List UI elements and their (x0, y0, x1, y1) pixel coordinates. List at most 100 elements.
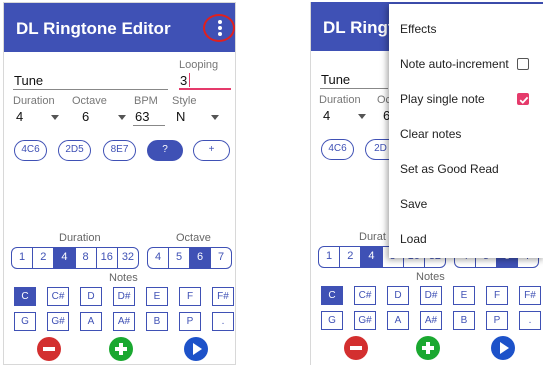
duration-option[interactable]: 4 (361, 247, 383, 267)
add-note-button[interactable] (416, 336, 440, 360)
note-key[interactable]: A (387, 311, 409, 330)
note-chip[interactable]: 4C6 (321, 139, 354, 160)
dropdown-arrow-icon[interactable] (358, 114, 366, 119)
dropdown-arrow-icon[interactable] (51, 115, 59, 120)
duration-option[interactable]: 8 (76, 248, 97, 268)
note-key[interactable]: P (486, 311, 508, 330)
octave-label: Octave (72, 95, 107, 107)
screen-menu-open: DL Ringto Tune Duration 4 Oc 6 4C6 2D Du… (310, 2, 543, 365)
play-button[interactable] (184, 337, 208, 361)
duration-selector-label: Durat (359, 231, 386, 243)
dropdown-arrow-icon[interactable] (211, 115, 219, 120)
app-bar: DL Ringtone Editor (4, 3, 235, 52)
tune-name-underline (13, 89, 168, 90)
note-key[interactable]: C# (47, 287, 69, 306)
note-key[interactable]: C# (354, 286, 376, 305)
minus-circle-icon (43, 347, 55, 351)
note-key[interactable]: D# (420, 286, 442, 305)
check-icon (519, 96, 529, 104)
note-key[interactable]: A# (420, 311, 442, 330)
note-chip[interactable]: 8E7 (103, 140, 136, 161)
note-auto-increment-checkbox[interactable] (517, 58, 529, 70)
notes-label: Notes (416, 271, 445, 283)
duration-option[interactable]: 32 (118, 248, 138, 268)
octave-option[interactable]: 6 (190, 248, 211, 268)
duration-option[interactable]: 2 (33, 248, 55, 268)
text-caret (189, 73, 190, 87)
add-chip[interactable]: + (193, 140, 230, 161)
note-key[interactable]: G (14, 312, 36, 331)
octave-selector: 4 5 6 7 (147, 247, 232, 269)
menu-item-note-auto-increment[interactable]: Note auto-increment (400, 57, 509, 71)
note-key[interactable]: D (80, 287, 102, 306)
app-title: DL Ringtone Editor (16, 19, 171, 38)
bpm-underline (133, 125, 165, 126)
looping-underline (179, 88, 231, 90)
octave-option[interactable]: 4 (148, 248, 169, 268)
note-key[interactable]: B (453, 311, 475, 330)
octave-option[interactable]: 5 (169, 248, 190, 268)
duration-selector: 1 2 4 8 16 32 (11, 247, 139, 269)
octave-selector-label: Octave (176, 232, 211, 244)
note-key[interactable]: G (321, 311, 343, 330)
play-icon (193, 343, 202, 355)
menu-item-play-single-note[interactable]: Play single note (400, 92, 485, 106)
note-key[interactable]: F (486, 286, 508, 305)
tune-name-field[interactable]: Tune (14, 73, 43, 88)
delete-note-button[interactable] (37, 337, 61, 361)
note-key[interactable]: F# (212, 287, 234, 306)
notes-label: Notes (109, 272, 138, 284)
note-chip[interactable]: 2D5 (58, 140, 91, 161)
minus-circle-icon (350, 346, 362, 350)
menu-item-set-as-good-read[interactable]: Set as Good Read (400, 162, 499, 176)
add-note-button[interactable] (109, 337, 133, 361)
tune-name-field[interactable]: Tune (321, 72, 350, 87)
plus-bar (119, 343, 123, 355)
duration-selector-label: Duration (59, 232, 101, 244)
overflow-menu: Effects Note auto-increment Play single … (389, 4, 543, 258)
note-key[interactable]: A (80, 312, 102, 331)
style-spinner[interactable]: N (176, 109, 185, 124)
note-key[interactable]: F (179, 287, 201, 306)
menu-item-save[interactable]: Save (400, 197, 427, 211)
menu-item-clear-notes[interactable]: Clear notes (400, 127, 461, 141)
note-key[interactable]: . (212, 312, 234, 331)
duration-option[interactable]: 2 (340, 247, 362, 267)
play-single-note-checkbox[interactable] (517, 93, 529, 105)
note-chip[interactable]: 4C6 (14, 140, 47, 161)
octave-spinner[interactable]: 6 (82, 109, 89, 124)
note-key[interactable]: A# (113, 312, 135, 331)
duration-option[interactable]: 4 (54, 248, 76, 268)
note-key[interactable]: E (146, 287, 168, 306)
bpm-label: BPM (134, 95, 158, 107)
highlight-circle (203, 14, 235, 42)
note-key[interactable]: D# (113, 287, 135, 306)
note-key[interactable]: D (387, 286, 409, 305)
play-button[interactable] (491, 336, 515, 360)
looping-field[interactable]: 3 (180, 73, 187, 88)
plus-bar (426, 342, 430, 354)
note-key[interactable]: P (179, 312, 201, 331)
menu-item-load[interactable]: Load (400, 232, 427, 246)
duration-spinner[interactable]: 4 (323, 108, 330, 123)
octave-option[interactable]: 7 (211, 248, 231, 268)
delete-note-button[interactable] (344, 336, 368, 360)
bpm-field[interactable]: 63 (135, 109, 149, 124)
dropdown-arrow-icon[interactable] (118, 115, 126, 120)
note-key[interactable]: C (14, 287, 36, 306)
duration-option[interactable]: 1 (12, 248, 34, 268)
note-key[interactable]: G# (47, 312, 69, 331)
duration-spinner[interactable]: 4 (16, 109, 23, 124)
duration-option[interactable]: 16 (97, 248, 118, 268)
note-key[interactable]: E (453, 286, 475, 305)
menu-item-effects[interactable]: Effects (400, 22, 436, 36)
note-key[interactable]: F# (519, 286, 541, 305)
note-key[interactable]: C (321, 286, 343, 305)
help-chip[interactable]: ? (147, 140, 183, 161)
looping-label: Looping (179, 59, 219, 71)
note-key[interactable]: . (519, 311, 541, 330)
note-key[interactable]: B (146, 312, 168, 331)
duration-option[interactable]: 1 (319, 247, 341, 267)
tune-name-underline (320, 88, 388, 89)
note-key[interactable]: G# (354, 311, 376, 330)
